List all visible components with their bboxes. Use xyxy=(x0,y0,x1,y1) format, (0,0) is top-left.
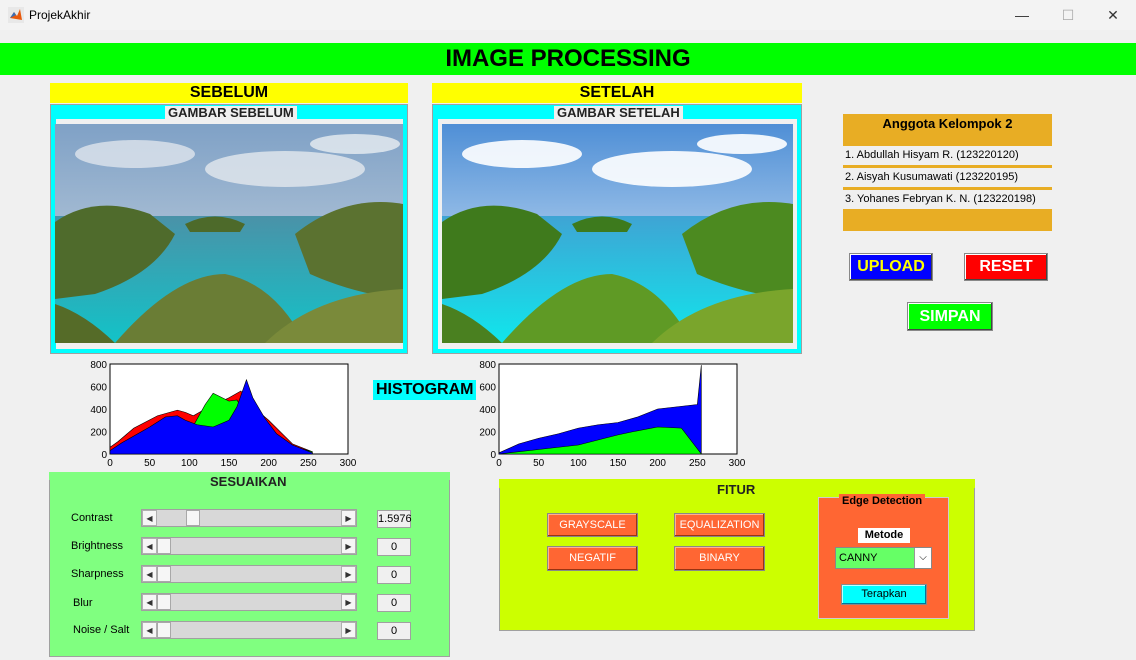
slider-left-arrow[interactable]: ◀ xyxy=(142,566,157,582)
y-tick-label: 800 xyxy=(90,360,107,371)
window-title: ProjekAkhir xyxy=(29,8,91,22)
adjust-title: SESUAIKAN xyxy=(207,475,290,489)
brightness-slider[interactable]: ◀ ▶ xyxy=(141,537,357,555)
before-header: SEBELUM xyxy=(50,83,408,103)
sharpness-value[interactable]: 0 xyxy=(377,566,411,584)
sharpness-slider[interactable]: ◀ ▶ xyxy=(141,565,357,583)
slider-right-arrow[interactable]: ▶ xyxy=(341,566,356,582)
slider-left-arrow[interactable]: ◀ xyxy=(142,510,157,526)
x-tick-label: 50 xyxy=(144,458,156,469)
chevron-down-icon[interactable]: ⌵ xyxy=(914,548,931,568)
noise-value[interactable]: 0 xyxy=(377,622,411,640)
noise-slider[interactable]: ◀ ▶ xyxy=(141,621,357,639)
blur-label: Blur xyxy=(73,597,93,609)
x-tick-label: 100 xyxy=(181,458,198,469)
member-item: 2. Aisyah Kusumawati (123220195) xyxy=(843,168,1052,187)
slider-thumb[interactable] xyxy=(157,622,171,638)
y-tick-label: 400 xyxy=(479,405,496,416)
members-title: Anggota Kelompok 2 xyxy=(882,116,1013,131)
x-tick-label: 150 xyxy=(221,458,238,469)
y-tick-label: 0 xyxy=(490,450,496,461)
y-tick-label: 800 xyxy=(479,360,496,371)
after-image-panel: GAMBAR SETELAH xyxy=(432,104,802,354)
contrast-slider[interactable]: ◀ ▶ xyxy=(141,509,357,527)
slider-thumb[interactable] xyxy=(157,538,171,554)
slider-left-arrow[interactable]: ◀ xyxy=(142,538,157,554)
histogram-label: HISTOGRAM xyxy=(373,380,477,400)
before-image-panel: GAMBAR SEBELUM xyxy=(50,104,408,354)
histogram-before: 0 50 100 150 200 250 300 0 200 400 600 800 xyxy=(90,360,357,469)
brightness-label: Brightness xyxy=(71,540,123,552)
contrast-label: Contrast xyxy=(71,512,113,524)
sharpness-label: Sharpness xyxy=(71,568,124,580)
x-tick-label: 0 xyxy=(107,458,113,469)
save-button[interactable]: SIMPAN xyxy=(907,302,993,331)
slider-left-arrow[interactable]: ◀ xyxy=(142,594,157,610)
minimize-button[interactable]: — xyxy=(999,0,1045,30)
x-tick-label: 300 xyxy=(340,458,357,469)
x-tick-label: 150 xyxy=(610,458,627,469)
method-select-value: CANNY xyxy=(839,552,878,564)
y-tick-label: 600 xyxy=(90,383,107,394)
slider-thumb[interactable] xyxy=(157,594,171,610)
maximize-button[interactable]: ☐ xyxy=(1045,0,1091,30)
edge-detection-title: Edge Detection xyxy=(839,494,926,508)
member-item: 1. Abdullah Hisyam R. (123220120) xyxy=(843,146,1052,165)
blur-value[interactable]: 0 xyxy=(377,594,411,612)
group-members-panel: Anggota Kelompok 2 1. Abdullah Hisyam R.… xyxy=(843,114,1052,231)
slider-right-arrow[interactable]: ▶ xyxy=(341,538,356,554)
y-tick-label: 600 xyxy=(479,383,496,394)
negative-button[interactable]: NEGATIF xyxy=(547,546,638,571)
x-tick-label: 300 xyxy=(729,458,746,469)
member-item: 3. Yohanes Febryan K. N. (123220198) xyxy=(843,190,1052,209)
slider-left-arrow[interactable]: ◀ xyxy=(142,622,157,638)
x-tick-label: 250 xyxy=(689,458,706,469)
brightness-value[interactable]: 0 xyxy=(377,538,411,556)
noise-label: Noise / Salt xyxy=(73,624,130,636)
adjust-panel: SESUAIKAN Contrast ◀ ▶ 1.5976 Brightness… xyxy=(49,472,450,657)
x-tick-label: 0 xyxy=(496,458,502,469)
x-tick-label: 100 xyxy=(570,458,587,469)
blur-slider[interactable]: ◀ ▶ xyxy=(141,593,357,611)
reset-button[interactable]: RESET xyxy=(964,253,1048,281)
close-button[interactable]: ✕ xyxy=(1090,0,1136,30)
slider-right-arrow[interactable]: ▶ xyxy=(341,622,356,638)
after-image xyxy=(442,124,793,343)
window-titlebar: ProjekAkhir — ☐ ✕ xyxy=(0,0,1136,30)
y-tick-label: 400 xyxy=(90,405,107,416)
slider-right-arrow[interactable]: ▶ xyxy=(341,510,356,526)
slider-thumb[interactable] xyxy=(186,510,200,526)
binary-button[interactable]: BINARY xyxy=(674,546,765,571)
features-title: FITUR xyxy=(714,483,759,497)
after-header: SETELAH xyxy=(432,83,802,103)
grayscale-button[interactable]: GRAYSCALE xyxy=(547,513,638,537)
before-image-title: GAMBAR SEBELUM xyxy=(165,106,297,120)
matlab-app-icon xyxy=(8,7,24,23)
contrast-value[interactable]: 1.5976 xyxy=(377,510,412,528)
x-tick-label: 50 xyxy=(533,458,545,469)
y-tick-label: 200 xyxy=(479,428,496,439)
after-image-title: GAMBAR SETELAH xyxy=(554,106,683,120)
slider-thumb[interactable] xyxy=(157,566,171,582)
x-tick-label: 200 xyxy=(649,458,666,469)
x-tick-label: 250 xyxy=(300,458,317,469)
app-title-banner: IMAGE PROCESSING xyxy=(0,43,1136,75)
method-label: Metode xyxy=(858,528,910,543)
apply-button[interactable]: Terapkan xyxy=(841,584,927,605)
y-tick-label: 200 xyxy=(90,428,107,439)
y-tick-label: 0 xyxy=(101,450,107,461)
slider-right-arrow[interactable]: ▶ xyxy=(341,594,356,610)
method-select[interactable]: CANNY ⌵ xyxy=(835,547,932,569)
histogram-after: 0 50 100 150 200 250 300 0 200 400 600 800 xyxy=(479,360,746,469)
upload-button[interactable]: UPLOAD xyxy=(849,253,933,281)
before-image xyxy=(55,124,403,343)
edge-detection-panel: Edge Detection Metode CANNY ⌵ Terapkan xyxy=(818,494,949,619)
equalization-button[interactable]: EQUALIZATION xyxy=(674,513,765,537)
x-tick-label: 200 xyxy=(260,458,277,469)
